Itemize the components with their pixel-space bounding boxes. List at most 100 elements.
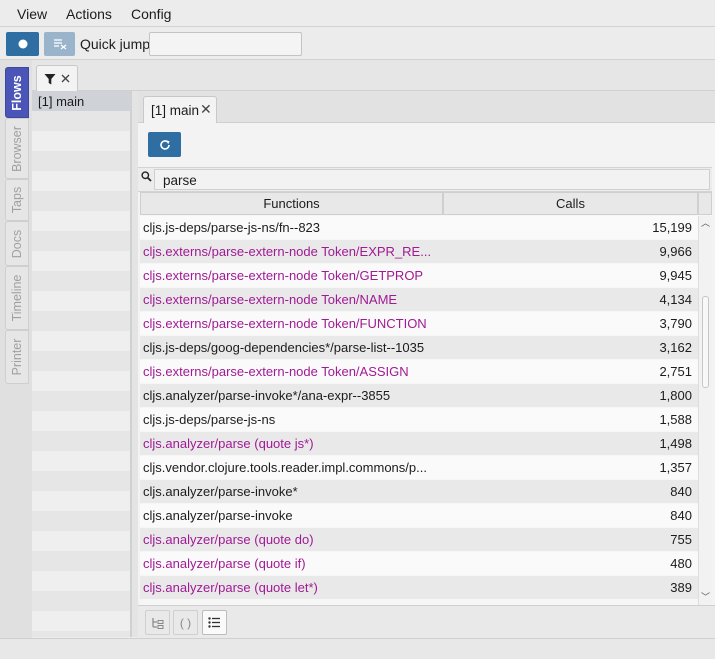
table-row[interactable]: cljs.js-deps/parse-js-ns/fn--823 15,199 xyxy=(140,216,698,240)
table-row[interactable]: cljs.analyzer/parse-invoke 840 xyxy=(140,504,698,528)
filter-tab[interactable] xyxy=(36,65,78,91)
function-name: cljs.analyzer/parse-invoke xyxy=(143,508,293,523)
column-header-calls[interactable]: Calls xyxy=(443,192,698,215)
tab-taps[interactable]: Taps xyxy=(5,179,29,221)
record-button[interactable] xyxy=(6,32,39,56)
menu-actions[interactable]: Actions xyxy=(66,6,112,22)
tab-flows[interactable]: Flows xyxy=(5,67,29,118)
call-count: 9,966 xyxy=(659,244,692,259)
flows-list: [1] main xyxy=(32,91,131,637)
tab-main[interactable]: [1] main ✕ xyxy=(143,96,217,123)
table-row[interactable]: cljs.externs/parse-extern-node Token/EXP… xyxy=(140,240,698,264)
function-name: cljs.analyzer/parse (quote if) xyxy=(143,556,306,571)
table-row[interactable]: cljs.analyzer/parse (quote let*) 389 xyxy=(140,576,698,600)
table-body: cljs.js-deps/parse-js-ns/fn--823 15,199 cl… xyxy=(140,216,698,600)
table-row[interactable]: cljs.externs/parse-extern-node Token/FUN… xyxy=(140,312,698,336)
call-count: 755 xyxy=(670,532,692,547)
scroll-down-icon[interactable]: ﹀ xyxy=(701,590,710,603)
tab-timeline[interactable]: Timeline xyxy=(5,266,29,330)
table-row[interactable]: cljs.externs/parse-extern-node Token/ASS… xyxy=(140,360,698,384)
search-input[interactable]: parse xyxy=(154,169,710,190)
function-name: cljs.externs/parse-extern-node Token/EXP… xyxy=(143,244,432,259)
table-row[interactable]: cljs.externs/parse-extern-node Token/GET… xyxy=(140,264,698,288)
table-row[interactable]: cljs.analyzer/parse-invoke*/ana-expr--38… xyxy=(140,384,698,408)
list-view-button[interactable] xyxy=(202,610,227,635)
quick-jump-input[interactable] xyxy=(149,32,302,56)
function-name: cljs.analyzer/parse (quote do) xyxy=(143,532,314,547)
scrollbar-thumb[interactable] xyxy=(702,296,709,388)
search-icon xyxy=(141,171,152,182)
function-name: cljs.js-deps/parse-js-ns/fn--823 xyxy=(143,220,321,235)
call-count: 2,751 xyxy=(659,364,692,379)
tab-main-label: [1] main xyxy=(151,103,200,118)
function-name: cljs.externs/parse-extern-node Token/ASS… xyxy=(143,364,409,379)
call-count: 389 xyxy=(670,580,692,595)
tab-printer[interactable]: Printer xyxy=(5,330,29,384)
call-count: 1,588 xyxy=(659,412,692,427)
refresh-button[interactable] xyxy=(148,132,181,157)
table-row[interactable]: cljs.externs/parse-extern-node Token/NAM… xyxy=(140,288,698,312)
function-name: cljs.externs/parse-extern-node Token/NAM… xyxy=(143,292,398,307)
call-count: 15,199 xyxy=(652,220,692,235)
tree-view-icon xyxy=(152,617,164,629)
column-header-functions[interactable]: Functions xyxy=(140,192,443,215)
header-corner xyxy=(698,192,712,215)
call-count: 9,945 xyxy=(659,268,692,283)
menu-config[interactable]: Config xyxy=(131,6,171,22)
parens-icon: ( ) xyxy=(179,615,192,630)
tab-flows-label: Flows xyxy=(10,74,24,111)
call-count: 1,357 xyxy=(659,460,692,475)
call-count: 840 xyxy=(670,508,692,523)
menu-bar: View Actions Config xyxy=(0,0,715,27)
table-row[interactable]: cljs.js-deps/goog-dependencies*/parse-li… xyxy=(140,336,698,360)
tab-browser-label: Browser xyxy=(10,125,24,172)
function-name: cljs.externs/parse-extern-node Token/FUN… xyxy=(143,316,427,331)
search-bar: parse xyxy=(138,167,712,192)
view-mode-bar: ( ) xyxy=(138,605,715,639)
tab-docs[interactable]: Docs xyxy=(5,221,29,266)
clear-list-icon xyxy=(53,39,66,50)
function-name: cljs.analyzer/parse-invoke* xyxy=(143,484,298,499)
tab-browser[interactable]: Browser xyxy=(5,118,29,179)
tab-timeline-label: Timeline xyxy=(10,274,24,322)
table-row[interactable]: cljs.analyzer/parse-invoke* 840 xyxy=(140,480,698,504)
function-name: cljs.vendor.clojure.tools.reader.impl.co… xyxy=(143,460,427,475)
tab-taps-label: Taps xyxy=(10,186,24,214)
function-name: cljs.analyzer/parse (quote let*) xyxy=(143,580,318,595)
close-icon[interactable]: ✕ xyxy=(200,101,212,118)
main-panel: parse Functions Calls cljs.js-deps/parse… xyxy=(138,123,715,639)
close-icon[interactable] xyxy=(61,74,70,83)
side-tab-bar: Flows Browser Taps Docs Timeline Printer xyxy=(0,60,32,638)
toolbar: Quick jump: xyxy=(0,27,715,60)
function-name: cljs.externs/parse-extern-node Token/GET… xyxy=(143,268,424,283)
code-view-button[interactable]: ( ) xyxy=(173,610,198,635)
table-row[interactable]: cljs.vendor.clojure.tools.reader.impl.co… xyxy=(140,456,698,480)
call-count: 1,498 xyxy=(659,436,692,451)
flow-list-item[interactable]: [1] main xyxy=(32,91,131,111)
call-count: 3,162 xyxy=(659,340,692,355)
function-name: cljs.js-deps/parse-js-ns xyxy=(143,412,276,427)
scroll-up-icon[interactable]: ︿ xyxy=(701,216,710,229)
functions-table: Functions Calls cljs.js-deps/parse-js-ns… xyxy=(140,192,712,605)
list-view-icon xyxy=(208,617,220,628)
call-count: 480 xyxy=(670,556,692,571)
filter-icon xyxy=(44,73,56,84)
table-row[interactable]: cljs.analyzer/parse (quote do) 755 xyxy=(140,528,698,552)
table-row[interactable]: cljs.analyzer/parse (quote if) 480 xyxy=(140,552,698,576)
clear-button[interactable] xyxy=(44,32,75,56)
main-tab-strip: [1] main ✕ xyxy=(138,91,715,123)
status-bar xyxy=(0,638,715,659)
table-row[interactable]: cljs.js-deps/parse-js-ns 1,588 xyxy=(140,408,698,432)
function-name: cljs.analyzer/parse (quote js*) xyxy=(143,436,314,451)
call-count: 840 xyxy=(670,484,692,499)
tab-printer-label: Printer xyxy=(10,338,24,376)
tree-view-button[interactable] xyxy=(145,610,170,635)
function-name: cljs.analyzer/parse-invoke*/ana-expr--38… xyxy=(143,388,391,403)
flows-tab-strip xyxy=(32,60,715,91)
menu-view[interactable]: View xyxy=(17,6,47,22)
vertical-scrollbar[interactable]: ︿ ﹀ xyxy=(698,216,712,605)
refresh-icon xyxy=(159,139,170,150)
table-row[interactable]: cljs.analyzer/parse (quote js*) 1,498 xyxy=(140,432,698,456)
split-divider[interactable] xyxy=(131,91,138,637)
function-name: cljs.js-deps/goog-dependencies*/parse-li… xyxy=(143,340,425,355)
